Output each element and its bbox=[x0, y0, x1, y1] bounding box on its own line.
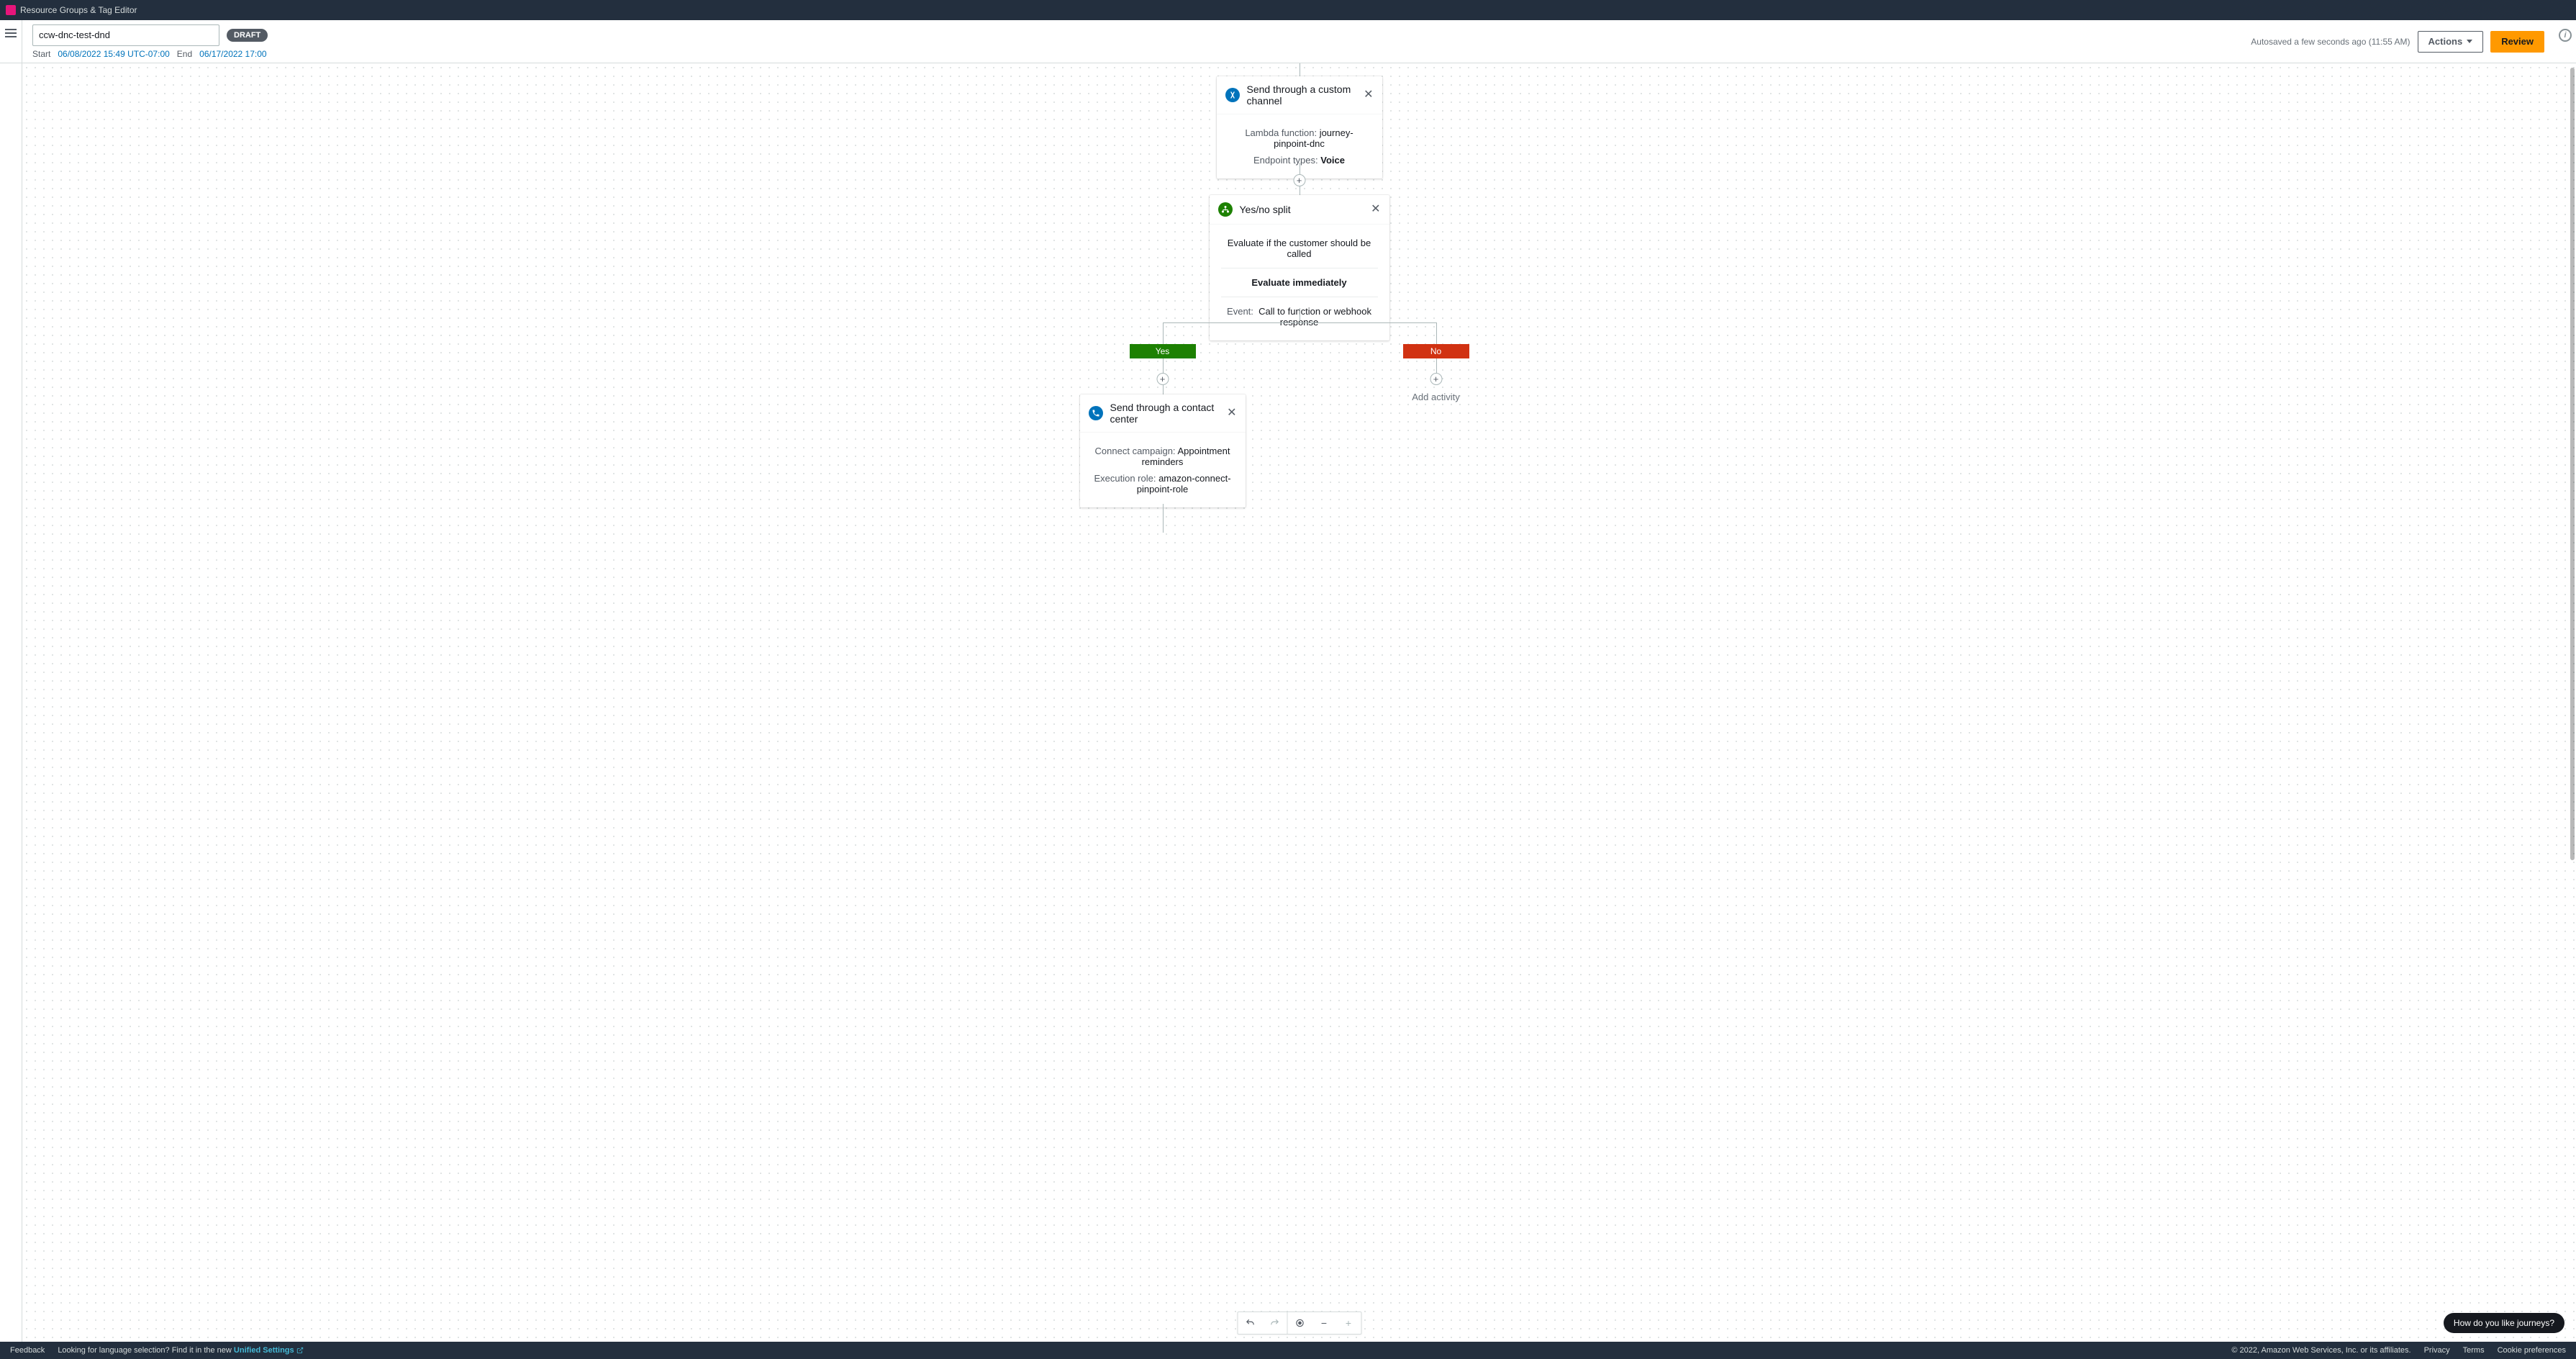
zoom-out-button[interactable]: − bbox=[1312, 1312, 1336, 1334]
end-datetime[interactable]: 06/17/2022 17:00 bbox=[199, 49, 266, 59]
journey-canvas[interactable]: Send through a custom channel ✕ Lambda f… bbox=[22, 63, 2576, 1342]
canvas-controls: − + bbox=[1237, 1311, 1361, 1335]
split-evaluate: Evaluate immediately bbox=[1221, 274, 1378, 291]
review-label: Review bbox=[2501, 36, 2534, 47]
redo-button[interactable] bbox=[1262, 1312, 1287, 1334]
center-button[interactable] bbox=[1287, 1312, 1312, 1334]
event-label: Event: bbox=[1227, 306, 1253, 317]
canvas-region: Send through a custom channel ✕ Lambda f… bbox=[0, 63, 2576, 1342]
node-title: Send through a custom channel bbox=[1247, 83, 1357, 107]
close-icon[interactable]: ✕ bbox=[1227, 407, 1236, 419]
service-name[interactable]: Resource Groups & Tag Editor bbox=[20, 5, 137, 15]
feedback-pill[interactable]: How do you like journeys? bbox=[2444, 1313, 2564, 1333]
review-button[interactable]: Review bbox=[2490, 31, 2544, 53]
endpoint-label: Endpoint types: bbox=[1253, 155, 1318, 166]
branch-no: No bbox=[1403, 344, 1469, 358]
split-desc: Evaluate if the customer should be calle… bbox=[1221, 235, 1378, 262]
menu-icon[interactable] bbox=[5, 29, 17, 37]
node-title: Yes/no split bbox=[1240, 204, 1291, 215]
start-datetime[interactable]: 06/08/2022 15:49 UTC-07:00 bbox=[58, 49, 169, 59]
end-label: End bbox=[177, 49, 192, 59]
lambda-icon bbox=[1225, 88, 1240, 102]
endpoint-value: Voice bbox=[1320, 155, 1345, 166]
lambda-label: Lambda function: bbox=[1245, 127, 1317, 138]
actions-label: Actions bbox=[2428, 36, 2463, 47]
actions-button[interactable]: Actions bbox=[2418, 31, 2484, 53]
phone-icon bbox=[1089, 406, 1103, 420]
split-icon bbox=[1218, 202, 1233, 217]
undo-button[interactable] bbox=[1238, 1312, 1262, 1334]
footer-feedback[interactable]: Feedback bbox=[10, 1346, 45, 1355]
chevron-down-icon bbox=[2467, 40, 2472, 43]
add-activity-button[interactable]: + bbox=[1293, 174, 1305, 186]
journey-name-input[interactable] bbox=[32, 24, 219, 46]
vertical-scrollbar[interactable] bbox=[2570, 68, 2575, 860]
role-label: Execution role: bbox=[1094, 473, 1156, 484]
service-icon bbox=[6, 5, 16, 15]
external-link-icon bbox=[296, 1347, 304, 1354]
info-icon[interactable]: i bbox=[2559, 29, 2572, 42]
close-icon[interactable]: ✕ bbox=[1371, 204, 1380, 215]
campaign-label: Connect campaign: bbox=[1095, 446, 1176, 456]
aws-top-bar: Resource Groups & Tag Editor bbox=[0, 0, 2576, 20]
add-activity-button-no[interactable]: + bbox=[1430, 373, 1442, 385]
branch-yes: Yes bbox=[1130, 344, 1196, 358]
footer-lang-text: Looking for language selection? Find it … bbox=[58, 1346, 303, 1355]
zoom-in-button[interactable]: + bbox=[1336, 1312, 1361, 1334]
footer-privacy[interactable]: Privacy bbox=[2424, 1346, 2450, 1355]
node-title: Send through a contact center bbox=[1110, 402, 1220, 425]
autosave-text: Autosaved a few seconds ago (11:55 AM) bbox=[2251, 37, 2410, 47]
event-value: Call to function or webhook response bbox=[1258, 306, 1371, 328]
add-activity-label: Add activity bbox=[1412, 392, 1459, 402]
footer-copyright: © 2022, Amazon Web Services, Inc. or its… bbox=[2231, 1346, 2411, 1355]
close-icon[interactable]: ✕ bbox=[1364, 89, 1373, 101]
node-contact-center[interactable]: Send through a contact center ✕ Connect … bbox=[1080, 394, 1246, 507]
start-label: Start bbox=[32, 49, 50, 59]
status-badge: DRAFT bbox=[227, 29, 268, 42]
page-header: DRAFT Start 06/08/2022 15:49 UTC-07:00 E… bbox=[0, 20, 2576, 63]
footer-cookie[interactable]: Cookie preferences bbox=[2498, 1346, 2566, 1355]
page-footer: Feedback Looking for language selection?… bbox=[0, 1342, 2576, 1359]
unified-settings-link[interactable]: Unified Settings bbox=[234, 1346, 294, 1355]
add-activity-button-yes[interactable]: + bbox=[1156, 373, 1169, 385]
footer-terms[interactable]: Terms bbox=[2463, 1346, 2485, 1355]
